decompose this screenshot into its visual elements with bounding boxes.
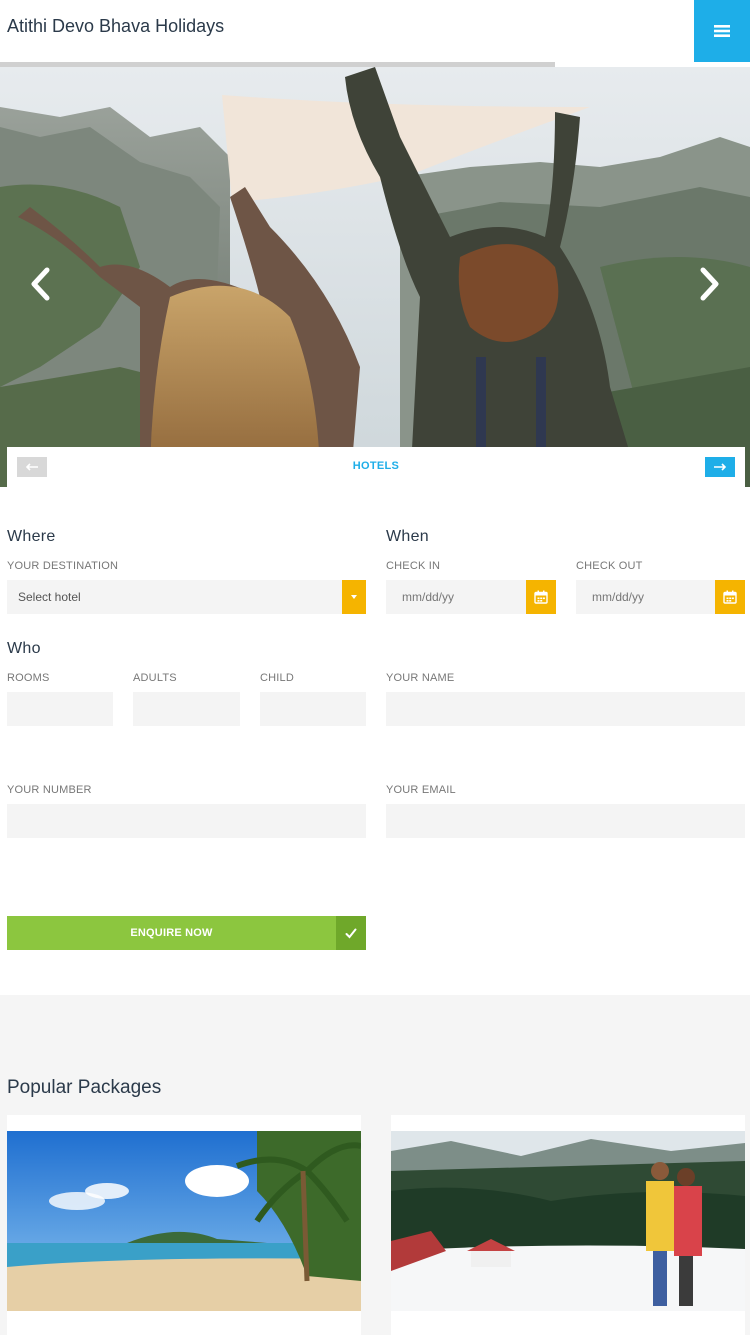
enquire-now-button[interactable]: ENQUIRE NOW: [7, 916, 366, 950]
rooms-label: ROOMS: [7, 672, 50, 684]
hero-prev-arrow[interactable]: [22, 259, 58, 309]
checkin-label: CHECK IN: [386, 560, 441, 572]
who-heading: Who: [7, 640, 41, 657]
checkout-label: CHECK OUT: [576, 560, 643, 572]
checkin-calendar-button[interactable]: [526, 580, 556, 614]
chevron-left-icon: [31, 267, 50, 301]
checkout-calendar-button[interactable]: [715, 580, 745, 614]
when-heading: When: [386, 528, 429, 545]
popular-packages-heading: Popular Packages: [7, 1077, 162, 1098]
site-header: Atithi Devo Bhava Holidays: [0, 0, 750, 62]
checkin-placeholder: mm/dd/yy: [402, 590, 455, 604]
hero-image: [0, 67, 750, 487]
destination-label: YOUR DESTINATION: [7, 560, 119, 572]
search-tab-bar: HOTELS: [7, 447, 745, 487]
name-input[interactable]: [386, 692, 745, 726]
number-input[interactable]: [7, 804, 366, 838]
package-card[interactable]: [391, 1115, 745, 1335]
package-image-beach: [7, 1131, 361, 1311]
hero-next-arrow[interactable]: [692, 259, 728, 309]
child-input[interactable]: [260, 692, 366, 726]
package-card[interactable]: [7, 1115, 361, 1335]
checkout-placeholder: mm/dd/yy: [592, 590, 645, 604]
check-icon: [345, 928, 357, 938]
calendar-icon: [534, 590, 548, 604]
caret-down-icon: [351, 595, 357, 599]
arrow-right-icon: [714, 463, 727, 471]
checkout-field[interactable]: mm/dd/yy: [576, 580, 745, 614]
name-label: YOUR NAME: [386, 672, 455, 684]
chevron-right-icon: [700, 267, 719, 301]
menu-button[interactable]: [694, 0, 750, 62]
popular-packages-section: Popular Packages: [0, 995, 750, 1335]
destination-select[interactable]: Select hotel: [7, 580, 366, 614]
number-label: YOUR NUMBER: [7, 784, 92, 796]
child-label: CHILD: [260, 672, 295, 684]
tab-next-button[interactable]: [705, 457, 735, 477]
dropdown-button[interactable]: [342, 580, 366, 614]
enquire-now-label: ENQUIRE NOW: [130, 927, 213, 939]
rooms-input[interactable]: [7, 692, 113, 726]
where-heading: Where: [7, 528, 56, 545]
checkin-field[interactable]: mm/dd/yy: [386, 580, 556, 614]
hamburger-icon: [714, 25, 730, 37]
brand-name[interactable]: Atithi Devo Bhava Holidays: [7, 16, 224, 37]
email-label: YOUR EMAIL: [386, 784, 456, 796]
package-image-snow: [391, 1131, 745, 1311]
adults-input[interactable]: [133, 692, 240, 726]
adults-label: ADULTS: [133, 672, 177, 684]
calendar-icon: [723, 590, 737, 604]
destination-value: Select hotel: [18, 590, 81, 604]
email-input[interactable]: [386, 804, 745, 838]
hero-slider[interactable]: [0, 67, 750, 487]
tab-hotels[interactable]: HOTELS: [7, 460, 745, 472]
check-icon-box: [336, 916, 366, 950]
